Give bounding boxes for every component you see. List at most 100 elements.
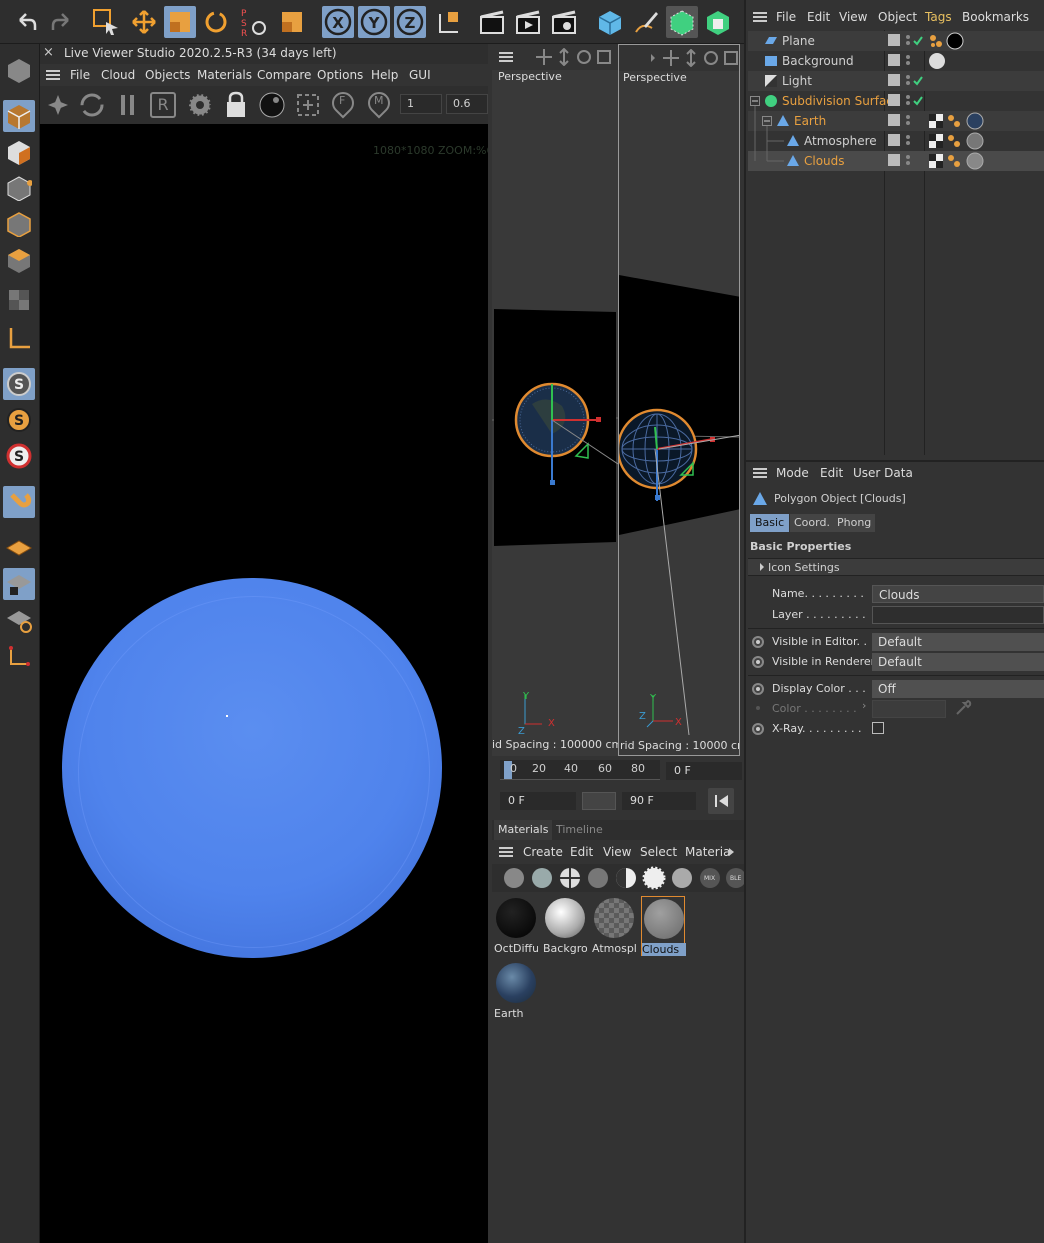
scale-button[interactable] <box>164 6 196 38</box>
end-frame-input[interactable]: 90 F <box>622 792 696 810</box>
tag-material-background[interactable] <box>928 52 946 70</box>
x-axis-button[interactable]: X <box>322 6 354 38</box>
mat-menu-view[interactable]: View <box>603 842 631 862</box>
mat-menu-edit[interactable]: Edit <box>570 842 593 862</box>
layer-field[interactable] <box>872 606 1044 624</box>
material-atmosphere[interactable]: Atmospl <box>592 896 636 956</box>
om-menu-tags[interactable]: Tags <box>925 7 952 27</box>
range-slider[interactable] <box>582 792 616 810</box>
region-render-button[interactable]: R <box>150 92 176 118</box>
lv-menu-file[interactable]: File <box>70 65 90 85</box>
xray-checkbox[interactable] <box>872 722 884 734</box>
current-frame-input[interactable]: 0 F <box>666 762 742 780</box>
eyedropper-icon[interactable] <box>954 699 972 717</box>
tab-materials[interactable]: Materials <box>494 820 553 840</box>
refresh-icon[interactable] <box>78 91 106 119</box>
tag-octane-clouds[interactable] <box>946 153 962 169</box>
om-menu-edit[interactable]: Edit <box>807 7 830 27</box>
tag-material-plane[interactable] <box>946 32 964 50</box>
axis-mode-button[interactable] <box>3 322 35 354</box>
lock-icon[interactable] <box>222 90 250 120</box>
attr-tab-coord[interactable]: Coord. <box>790 514 834 532</box>
attr-tab-phong[interactable]: Phong <box>833 514 876 532</box>
last-tool-button[interactable] <box>276 6 308 38</box>
attr-menu-mode[interactable]: Mode <box>776 463 809 483</box>
lv-menu-help[interactable]: Help <box>371 65 398 85</box>
render-settings-button[interactable] <box>548 6 580 38</box>
vis-renderer-dropdown[interactable]: Default <box>872 653 1044 671</box>
point-mode-button[interactable] <box>3 172 35 204</box>
lock-workplane-button[interactable] <box>3 568 35 600</box>
snap-settings-button[interactable]: S <box>3 404 35 436</box>
color-expand-arrow-icon[interactable]: › <box>862 699 866 712</box>
workplane-button[interactable] <box>3 532 35 564</box>
mat-menu-select[interactable]: Select <box>640 842 677 862</box>
mat-menu-create[interactable]: Create <box>523 842 563 862</box>
rotate-button[interactable] <box>200 6 232 38</box>
mat-menu-more-icon[interactable] <box>729 848 734 856</box>
align-workplane-button[interactable] <box>3 604 35 636</box>
viewport-1[interactable]: Perspective Y X Z id Spacing : 100000 cm <box>492 44 618 756</box>
material-octdiffuse[interactable]: OctDiffu <box>494 896 538 956</box>
attr-menu-userdata[interactable]: User Data <box>853 463 913 483</box>
tag-material-clouds[interactable] <box>966 152 984 170</box>
live-viewer-canvas[interactable]: 1080*1080 ZOOM:%60 <box>40 124 488 1243</box>
lv-menu-cloud[interactable]: Cloud <box>101 65 135 85</box>
tag-material-earth[interactable] <box>966 112 984 130</box>
undo-button[interactable] <box>10 6 42 38</box>
polygon-mode-button[interactable] <box>3 244 35 276</box>
live-viewer-close[interactable]: × <box>43 45 54 60</box>
color-swatch[interactable] <box>872 700 946 718</box>
tag-uvw-clouds[interactable] <box>928 153 944 169</box>
tag-octane-earth[interactable] <box>946 113 962 129</box>
coord-system-button[interactable] <box>432 6 464 38</box>
display-color-radio[interactable] <box>752 683 764 695</box>
om-menu-bookmarks[interactable]: Bookmarks <box>962 7 1029 27</box>
lv-menu-gui[interactable]: GUI <box>409 65 431 85</box>
make-editable-button[interactable] <box>3 54 35 86</box>
tag-material-atmosphere[interactable] <box>966 132 984 150</box>
render-picture-viewer-button[interactable] <box>512 6 544 38</box>
attr-tab-basic[interactable]: Basic <box>750 514 790 532</box>
display-color-dropdown[interactable]: Off <box>872 680 1044 698</box>
axis-lock-button[interactable] <box>3 640 35 672</box>
om-menu-object[interactable]: Object <box>878 7 917 27</box>
lv-number-input-1[interactable]: 1 <box>400 94 442 114</box>
live-viewer-menu-icon[interactable] <box>46 70 60 80</box>
attr-menu-edit[interactable]: Edit <box>820 463 843 483</box>
xray-radio[interactable] <box>752 723 764 735</box>
material-background[interactable]: Backgro <box>543 896 587 956</box>
attr-menu-icon[interactable] <box>753 468 767 478</box>
om-menu-icon[interactable] <box>753 12 767 22</box>
tag-octane-atmosphere[interactable] <box>946 133 962 149</box>
pause-icon[interactable] <box>114 91 142 119</box>
y-axis-button[interactable]: Y <box>358 6 390 38</box>
snap-quantize-button[interactable]: S <box>3 440 35 472</box>
gear-icon[interactable] <box>186 91 214 119</box>
om-visibility-icons[interactable] <box>886 31 924 171</box>
subdivision-button[interactable] <box>666 6 698 38</box>
lv-menu-options[interactable]: Options <box>317 65 363 85</box>
mat-menu-material[interactable]: Materia <box>685 842 730 862</box>
z-axis-button[interactable]: Z <box>394 6 426 38</box>
generator-button[interactable] <box>702 6 734 38</box>
edge-mode-button[interactable] <box>3 208 35 240</box>
magnet-button[interactable] <box>3 486 35 518</box>
cube-object-button[interactable] <box>594 6 626 38</box>
viewport-2[interactable]: Perspective Y X Z rid Spacing : 10000 cm <box>618 44 740 756</box>
start-frame-input[interactable]: 0 F <box>500 792 576 810</box>
spin-icon[interactable] <box>44 91 72 119</box>
tab-timeline[interactable]: Timeline <box>556 820 603 840</box>
vis-renderer-radio[interactable] <box>752 656 764 668</box>
material-clouds[interactable]: Clouds <box>641 896 686 956</box>
render-view-button[interactable] <box>476 6 508 38</box>
material-earth[interactable]: Earth <box>494 961 538 1021</box>
timeline-ruler[interactable]: 0 20 40 60 80 <box>500 760 660 780</box>
uv-mode-button[interactable] <box>3 284 35 316</box>
tag-octane-plane[interactable] <box>928 33 944 49</box>
lv-menu-materials[interactable]: Materials <box>197 65 252 85</box>
snap-button[interactable]: S <box>3 368 35 400</box>
materials-menu-icon[interactable] <box>499 847 513 857</box>
pen-button[interactable] <box>630 6 662 38</box>
goto-start-button[interactable] <box>708 788 734 814</box>
